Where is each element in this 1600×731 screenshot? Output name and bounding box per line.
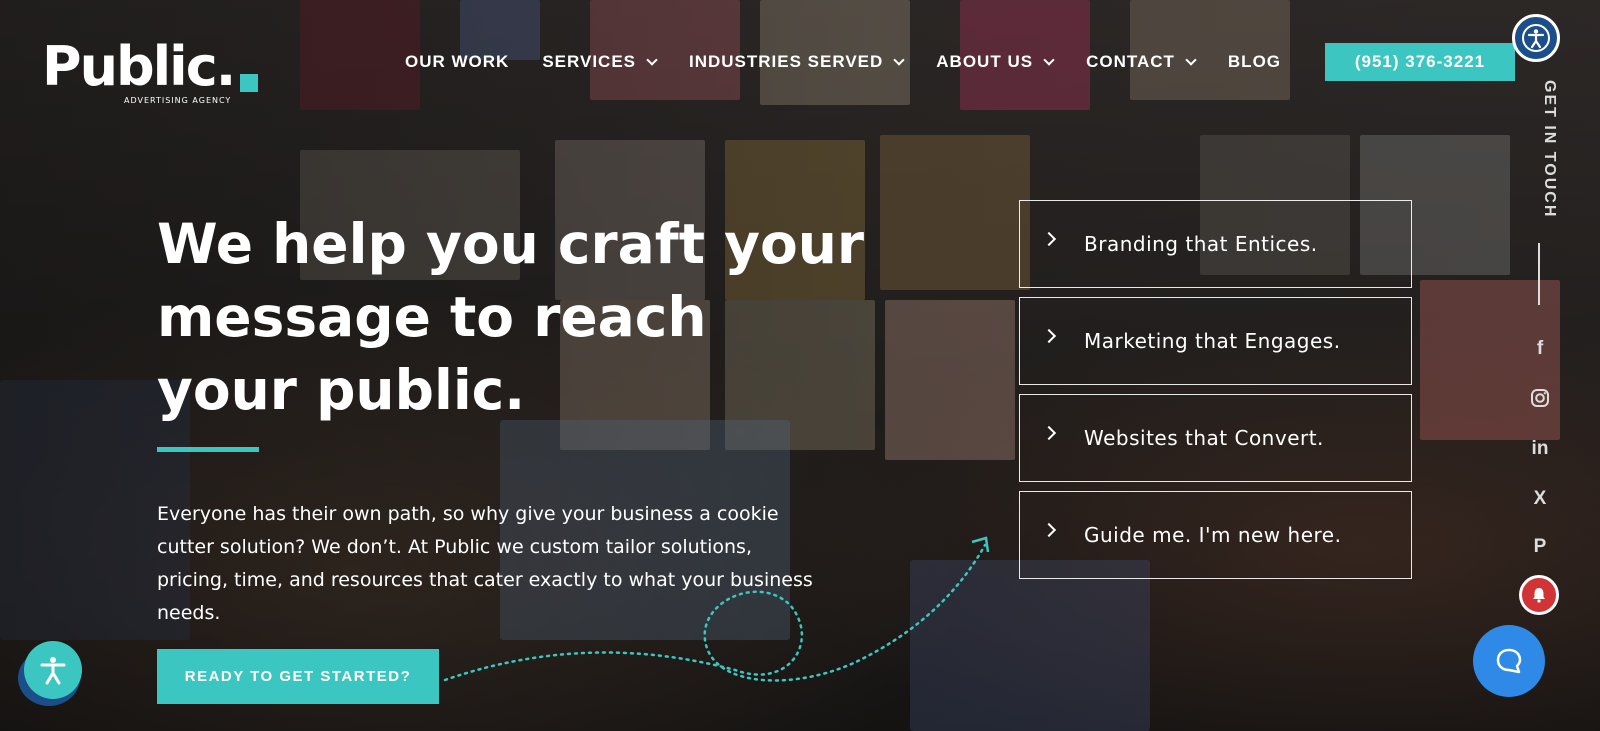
chevron-right-icon bbox=[1041, 522, 1057, 538]
get-in-touch-link[interactable]: GET IN TOUCH bbox=[1540, 80, 1558, 218]
nav-item-our-work[interactable]: OUR WORK bbox=[405, 52, 509, 72]
service-link-label: Guide me. I'm new here. bbox=[1084, 523, 1342, 547]
chevron-down-icon bbox=[893, 53, 905, 66]
sidebar-divider bbox=[1538, 243, 1540, 305]
nav-item-label: SERVICES bbox=[542, 52, 636, 71]
phone-button[interactable]: (951) 376-3221 bbox=[1325, 43, 1515, 81]
chevron-right-icon bbox=[1041, 328, 1057, 344]
hero-paragraph: Everyone has their own path, so why give… bbox=[157, 503, 813, 624]
service-link-guide[interactable]: Guide me. I'm new here. bbox=[1019, 491, 1412, 579]
accessibility-icon[interactable] bbox=[24, 641, 82, 699]
chevron-down-icon bbox=[646, 53, 658, 66]
service-link-websites[interactable]: Websites that Convert. bbox=[1019, 394, 1412, 482]
nav-item-blog[interactable]: BLOG bbox=[1228, 52, 1281, 72]
nav-item-contact[interactable]: CONTACT bbox=[1086, 52, 1197, 72]
service-link-label: Websites that Convert. bbox=[1084, 426, 1324, 450]
logo-accent-square bbox=[240, 74, 258, 92]
logo-tagline: ADVERTISING AGENCY bbox=[124, 96, 232, 105]
instagram-icon[interactable] bbox=[1526, 384, 1554, 412]
linkedin-icon[interactable]: in bbox=[1526, 435, 1554, 463]
headline-line: We help you craft your bbox=[157, 212, 865, 276]
chevron-down-icon bbox=[1043, 53, 1055, 66]
service-link-branding[interactable]: Branding that Entices. bbox=[1019, 200, 1412, 288]
chevron-down-icon bbox=[1185, 53, 1197, 66]
service-link-label: Branding that Entices. bbox=[1084, 232, 1318, 256]
logo-wordmark: Public. bbox=[42, 35, 236, 98]
service-link-marketing[interactable]: Marketing that Engages. bbox=[1019, 297, 1412, 385]
nav-item-label: CONTACT bbox=[1086, 52, 1175, 71]
headline-line: your public. bbox=[157, 358, 526, 422]
service-link-label: Marketing that Engages. bbox=[1084, 329, 1341, 353]
nav-item-label: BLOG bbox=[1227, 52, 1282, 71]
accessibility-icon[interactable] bbox=[1512, 14, 1560, 62]
nav-item-label: INDUSTRIES SERVED bbox=[689, 52, 884, 71]
main-navigation: OUR WORK SERVICES INDUSTRIES SERVED ABOU… bbox=[405, 52, 1314, 72]
nav-item-label: OUR WORK bbox=[405, 52, 510, 71]
hero-headline: We help you craft your message to reach … bbox=[157, 208, 877, 427]
headline-line: message to reach bbox=[157, 285, 707, 349]
chevron-right-icon bbox=[1041, 425, 1057, 441]
chat-icon[interactable] bbox=[1473, 625, 1545, 697]
nav-item-industries-served[interactable]: INDUSTRIES SERVED bbox=[689, 52, 905, 72]
x-icon[interactable]: X bbox=[1526, 485, 1554, 513]
bell-icon[interactable] bbox=[1519, 575, 1559, 615]
nav-item-about-us[interactable]: ABOUT US bbox=[936, 52, 1055, 72]
chevron-right-icon bbox=[1041, 231, 1057, 247]
facebook-icon[interactable]: f bbox=[1526, 335, 1554, 363]
headline-divider bbox=[157, 447, 259, 452]
get-started-button[interactable]: READY TO GET STARTED? bbox=[157, 649, 439, 704]
nav-item-services[interactable]: SERVICES bbox=[542, 52, 658, 72]
site-logo[interactable]: Public. ADVERTISING AGENCY bbox=[42, 35, 258, 105]
pinterest-icon[interactable]: P bbox=[1526, 533, 1554, 561]
nav-item-label: ABOUT US bbox=[936, 52, 1034, 71]
